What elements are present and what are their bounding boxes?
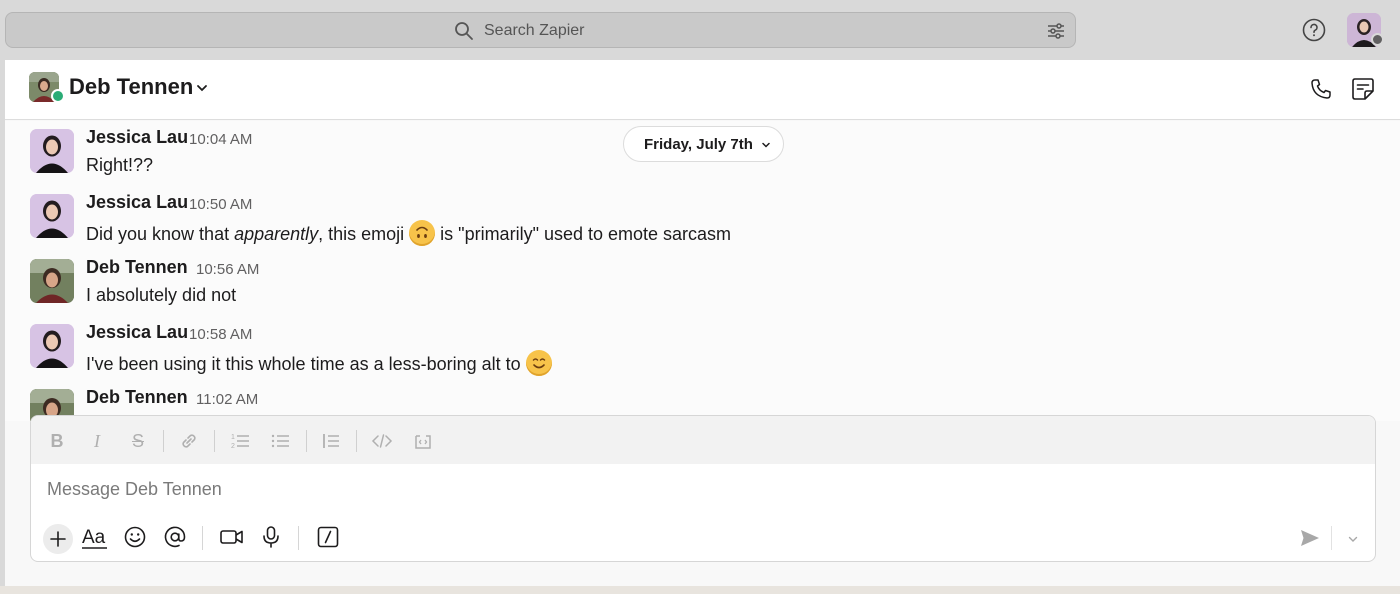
strikethrough-icon[interactable]: S [127, 430, 149, 452]
formatting-toolbar: B I S 1 2 [31, 416, 1375, 464]
author-name[interactable]: Deb Tennen [86, 257, 188, 278]
timestamp[interactable]: 11:02 AM [196, 391, 258, 408]
code-icon[interactable] [371, 430, 393, 452]
divider [306, 430, 307, 452]
svg-text:2: 2 [231, 443, 235, 450]
upside-down-face-emoji-icon [409, 220, 436, 246]
svg-text:Aa: Aa [82, 527, 106, 548]
divider [202, 526, 203, 550]
attach-button[interactable] [43, 524, 73, 554]
link-icon[interactable] [178, 430, 200, 452]
author-name[interactable]: Jessica Lau [86, 127, 188, 148]
text-part: , this emoji [318, 224, 410, 244]
mention-icon[interactable] [161, 523, 189, 551]
divider [356, 430, 357, 452]
search-placeholder: Search Zapier [484, 22, 585, 39]
message-input[interactable]: Message Deb Tennen [47, 479, 222, 500]
phone-icon[interactable] [1309, 77, 1333, 101]
divider [1331, 526, 1332, 550]
author-avatar[interactable] [30, 194, 74, 238]
smiling-face-emoji-icon [525, 350, 552, 376]
text-format-icon[interactable]: Aa [81, 523, 109, 551]
timestamp[interactable]: 10:56 AM [196, 261, 259, 278]
search-icon [455, 22, 473, 40]
timestamp[interactable]: 10:50 AM [189, 196, 252, 213]
timestamp[interactable]: 10:58 AM [189, 326, 252, 343]
text-part: is "primarily" used to emote sarcasm [435, 224, 732, 244]
message-text: Right!?? [86, 155, 154, 175]
top-bar: Search Zapier [0, 0, 1400, 60]
author-avatar[interactable] [30, 259, 74, 303]
divider [298, 526, 299, 550]
chevron-down-icon[interactable] [195, 81, 209, 95]
italic-text: apparently [234, 224, 319, 244]
blockquote-icon[interactable] [320, 430, 342, 452]
bullet-list-icon[interactable] [269, 430, 291, 452]
message-text: I've been using it this whole time as a … [86, 350, 552, 376]
divider [214, 430, 215, 452]
author-name[interactable]: Jessica Lau [86, 322, 188, 343]
message-text: I absolutely did not [86, 285, 237, 305]
bold-icon[interactable]: B [46, 430, 68, 452]
message[interactable]: Jessica Lau 10:04 AM Right!?? Friday, Ju… [5, 121, 1400, 185]
background-strip [0, 586, 1400, 594]
author-name[interactable]: Jessica Lau [86, 192, 188, 213]
shortcuts-icon[interactable] [314, 523, 342, 551]
svg-text:1: 1 [231, 434, 235, 441]
message-text: Did you know that apparently, this emoji… [86, 220, 731, 246]
help-icon[interactable] [1302, 18, 1326, 42]
message[interactable]: Jessica Lau 10:58 AM I've been using it … [5, 316, 1400, 380]
author-avatar[interactable] [30, 129, 74, 173]
plus-icon [50, 531, 66, 547]
message-composer[interactable]: B I S 1 2 Message Deb Tennen Aa [30, 415, 1376, 562]
chevron-down-icon[interactable] [1347, 533, 1359, 545]
search-bar[interactable]: Search Zapier [5, 12, 1076, 48]
ordered-list-icon[interactable]: 1 2 [229, 430, 251, 452]
channel-header: Deb Tennen [5, 60, 1400, 120]
channel-title[interactable]: Deb Tennen [69, 74, 193, 100]
canvas-icon[interactable] [1350, 76, 1376, 102]
emoji-icon[interactable] [121, 523, 149, 551]
message[interactable]: Jessica Lau 10:50 AM Did you know that a… [5, 186, 1400, 250]
timestamp[interactable]: 10:04 AM [189, 131, 252, 148]
author-avatar[interactable] [30, 324, 74, 368]
author-name[interactable]: Deb Tennen [86, 387, 188, 408]
online-status-dot [51, 89, 65, 103]
code-block-icon[interactable] [412, 430, 434, 452]
send-icon[interactable] [1299, 527, 1321, 549]
microphone-icon[interactable] [257, 523, 285, 551]
date-label: Friday, July 7th [644, 136, 753, 153]
date-divider[interactable]: Friday, July 7th [623, 126, 784, 162]
filter-icon[interactable] [1045, 20, 1067, 42]
text-part: I've been using it this whole time as a … [86, 354, 526, 374]
italic-icon[interactable]: I [86, 430, 108, 452]
chevron-down-icon [762, 142, 770, 148]
presence-dot [1371, 33, 1384, 46]
text-part: Did you know that [86, 224, 235, 244]
message[interactable]: Deb Tennen 10:56 AM I absolutely did not [5, 251, 1400, 315]
video-icon[interactable] [218, 523, 246, 551]
message-list: Jessica Lau 10:04 AM Right!?? Friday, Ju… [5, 121, 1400, 421]
divider [163, 430, 164, 452]
